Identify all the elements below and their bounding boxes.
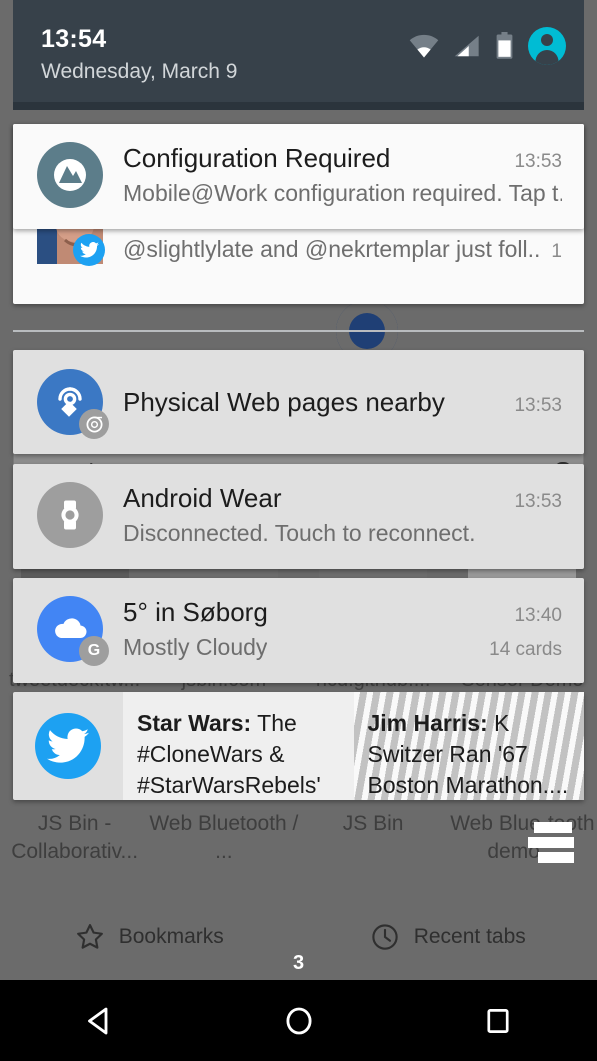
notification-title: Android Wear [123,483,282,513]
notification-title: Physical Web pages nearby [123,386,445,417]
notification-text: Mobile@Work configuration required. Tap … [123,180,562,206]
recent-tabs-label: Recent tabs [413,925,526,948]
notification-count: 1 [551,241,562,262]
back-triangle-icon [87,1007,107,1034]
twitter-card-list: Star Wars: The #CloneWars & #StarWarsReb… [123,692,584,800]
notification-physical-web[interactable]: Physical Web pages nearby 13:53 [13,350,584,454]
bookmarks-button[interactable]: Bookmarks [0,922,299,952]
home-button[interactable] [199,1003,398,1039]
tab-label: JS Bin - Collaborativ... [11,812,139,863]
twitter-card-author: Star Wars: [137,710,252,736]
notification-time: 13:53 [514,151,562,172]
twitter-card-author: Jim Harris: [367,710,488,736]
notification-time: 13:40 [514,605,562,626]
notification-icon: G [37,596,109,666]
notification-card-count: 14 cards [489,639,562,660]
android-navigation-bar [0,980,597,1061]
notification-shade-header: 13:54 Wednesday, March 9 [13,0,584,110]
clock-icon [372,924,398,950]
recents-square-icon [486,1008,509,1033]
home-circle-icon [285,1007,312,1034]
twitter-badge-icon [73,234,105,266]
notification-group-divider [13,330,584,332]
tab-label: JS Bin [342,812,404,835]
google-badge-icon: G [79,636,109,666]
notification-text: @slightlylate and @nekrtemplar just foll… [123,236,540,262]
notification-title: Configuration Required [123,143,391,173]
notification-content: Physical Web pages nearby 13:53 [123,386,562,419]
page-indicator: 3 [292,952,305,974]
notification-content: Configuration Required 13:53 Mobile@Work… [123,142,562,209]
twitter-card[interactable]: Jim Harris: K Switzer Ran '67 Boston Mar… [354,692,585,800]
bookmarks-label: Bookmarks [118,925,224,948]
notification-time: 13:53 [514,394,562,416]
chrome-badge-icon [79,409,109,439]
notification-configuration-required[interactable]: Configuration Required 13:53 Mobile@Work… [13,124,584,229]
notification-time: 13:53 [514,491,562,512]
tab-label: Web Bluetooth / ... [149,812,299,863]
notification-twitter-cards[interactable]: Star Wars: The #CloneWars & #StarWarsReb… [13,692,584,800]
tab-labels-row-2: JS Bin - Collaborativ... Web Bluetooth /… [0,810,597,866]
notification-icon [37,142,103,208]
twitter-card[interactable]: Star Wars: The #CloneWars & #StarWarsReb… [123,692,354,800]
notification-text: Mostly Cloudy [123,634,268,660]
mobileiron-icon [37,142,103,208]
notification-title: 5° in Søborg [123,597,268,627]
notification-icon [37,369,109,439]
cellular-signal-icon [454,35,479,57]
watch-icon [37,482,103,548]
recents-button[interactable] [398,1004,597,1038]
notification-android-wear[interactable]: Android Wear 13:53 Disconnected. Touch t… [13,464,584,569]
status-icons [409,27,566,65]
notification-text: Disconnected. Touch to reconnect. [123,520,476,546]
notification-content: Android Wear 13:53 Disconnected. Touch t… [123,482,562,549]
notification-weather[interactable]: G 5° in Søborg 13:40 Mostly Cloudy 14 ca… [13,578,584,683]
notification-icon [37,482,103,548]
wifi-icon [409,34,439,58]
cursor-artifact [528,822,592,866]
notification-content: 5° in Søborg 13:40 Mostly Cloudy 14 card… [123,596,562,663]
star-icon [76,924,103,949]
recent-tabs-button[interactable]: Recent tabs [299,922,597,952]
back-button[interactable] [0,1003,199,1039]
android-screen: Search or type URL tweetdeck.tw... jsbin… [0,0,597,1061]
twitter-bird-icon [35,713,101,779]
user-avatar-icon[interactable] [528,27,566,65]
battery-icon [496,32,513,59]
notification-icon [13,692,123,800]
